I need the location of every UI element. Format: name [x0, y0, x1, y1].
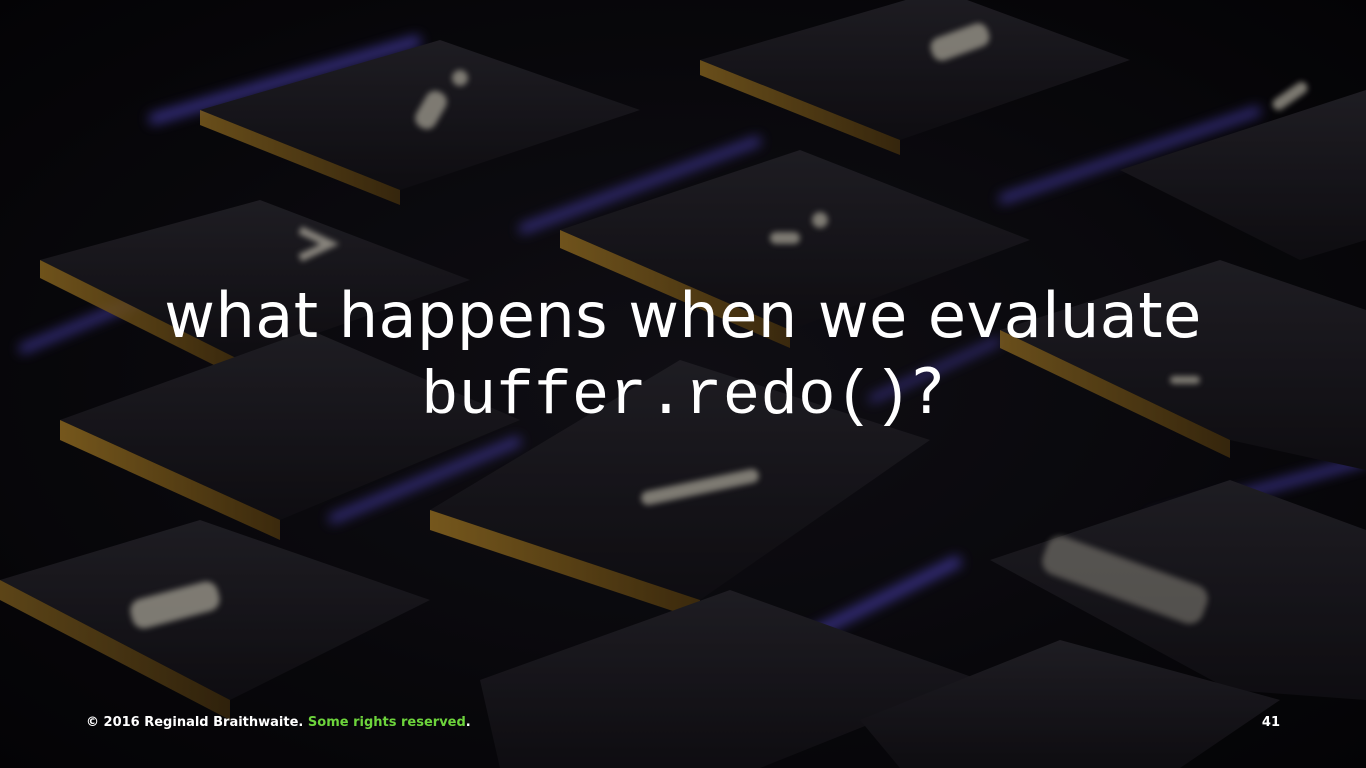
- title-line-2: buffer.redo()?: [0, 354, 1366, 435]
- title-code: buffer.redo(): [421, 361, 912, 432]
- page-number: 41: [1261, 715, 1280, 730]
- footer-copyright: © 2016 Reginald Braithwaite. Some rights…: [86, 715, 471, 730]
- footer-period: .: [465, 715, 471, 730]
- slide-title: what happens when we evaluate buffer.red…: [0, 278, 1366, 435]
- copyright-text: © 2016 Reginald Braithwaite.: [86, 715, 304, 730]
- rights-link[interactable]: Some rights reserved: [308, 715, 466, 730]
- slide: what happens when we evaluate buffer.red…: [0, 0, 1366, 768]
- title-line-1: what happens when we evaluate: [164, 279, 1202, 352]
- title-suffix: ?: [911, 355, 945, 428]
